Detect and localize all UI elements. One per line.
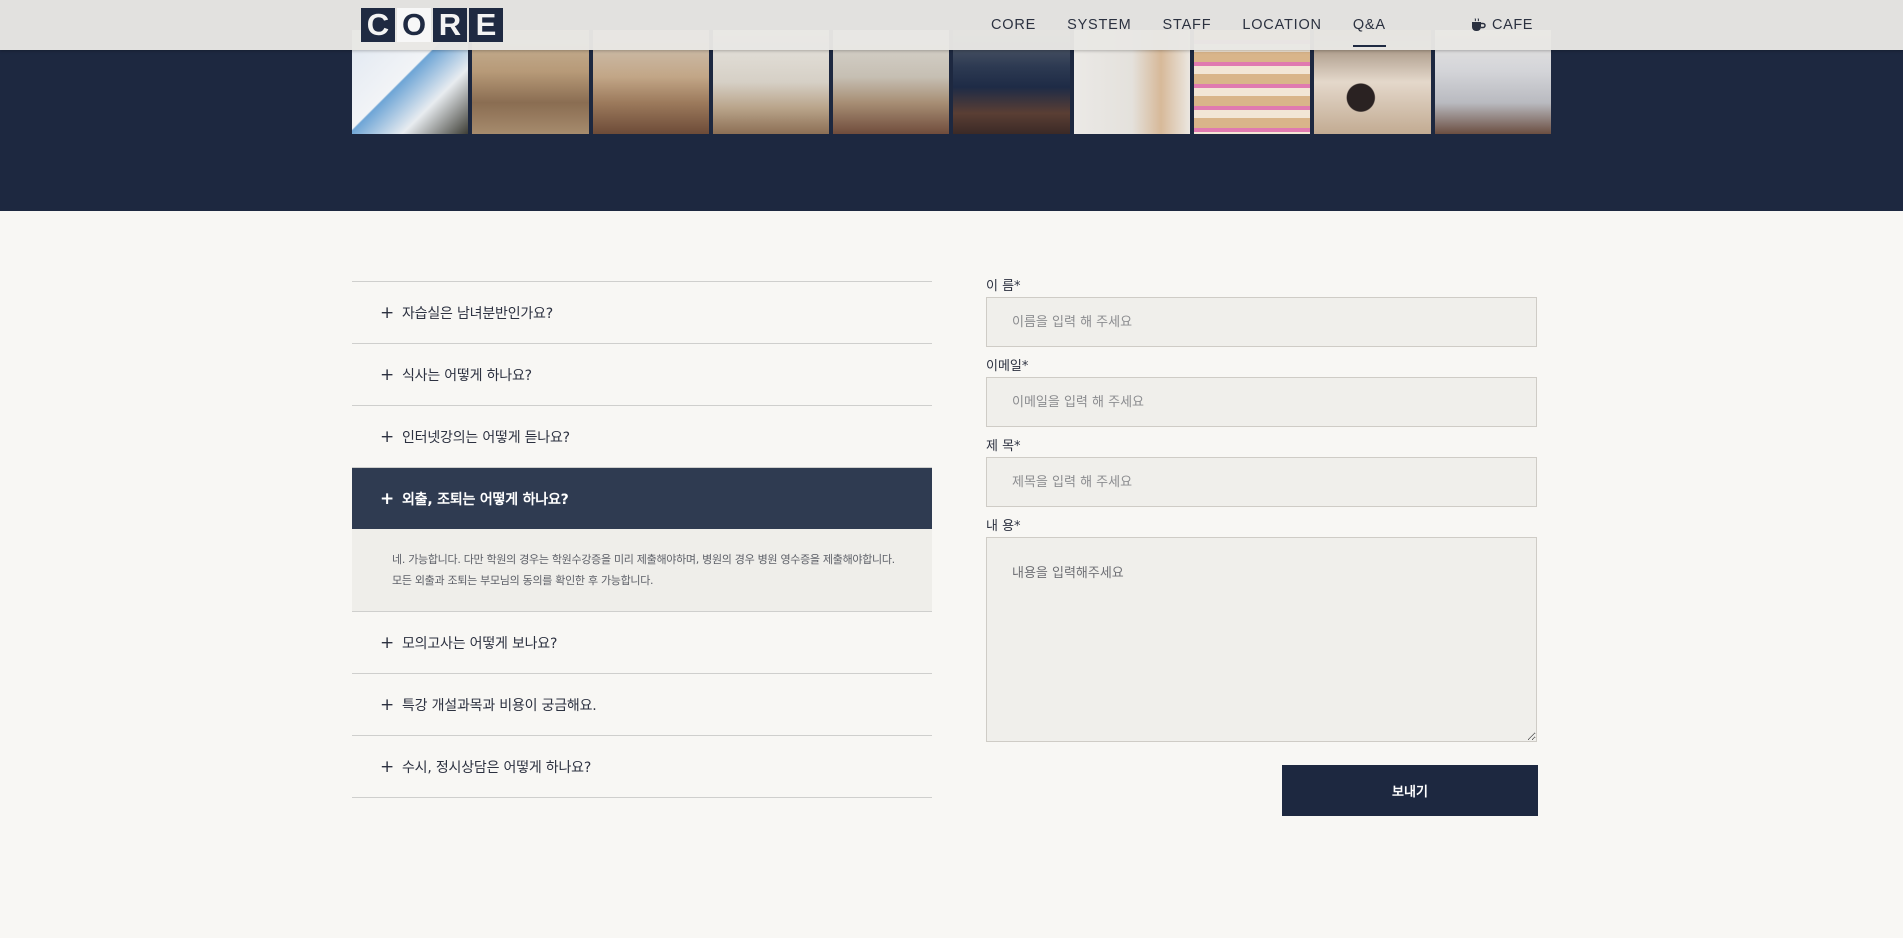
- faq-question-toggle[interactable]: + 수시, 정시상담은 어떻게 하나요?: [352, 736, 932, 797]
- logo-letter: C: [361, 7, 395, 42]
- email-input[interactable]: [986, 377, 1537, 427]
- faq-accordion: + 자습실은 남녀분반인가요? + 식사는 어떻게 하나요? + 인터넷강의는 …: [352, 281, 932, 798]
- top-navigation-bar: C O R E CORE SYSTEM STAFF LOCATION Q&A C…: [0, 0, 1903, 50]
- logo-letter: E: [469, 7, 503, 42]
- faq-item: + 식사는 어떻게 하나요?: [352, 344, 932, 406]
- nav-item-staff[interactable]: STAFF: [1163, 0, 1212, 50]
- name-input[interactable]: [986, 297, 1537, 347]
- faq-question: 모의고사는 어떻게 보나요?: [402, 635, 558, 652]
- faq-item: + 모의고사는 어떻게 보나요?: [352, 612, 932, 674]
- faq-question: 식사는 어떻게 하나요?: [402, 367, 532, 384]
- faq-item: + 특강 개설과목과 비용이 궁금해요.: [352, 674, 932, 736]
- plus-icon: +: [380, 756, 395, 777]
- faq-question: 특강 개설과목과 비용이 궁금해요.: [402, 697, 597, 714]
- content-textarea[interactable]: [986, 537, 1537, 742]
- faq-answer-line: 네. 가능합니다. 다만 학원의 경우는 학원수강증을 미리 제출해야하며, 병…: [392, 553, 895, 566]
- core-logo[interactable]: C O R E: [361, 7, 503, 42]
- faq-question-toggle[interactable]: + 자습실은 남녀분반인가요?: [352, 282, 932, 343]
- nav-item-system[interactable]: SYSTEM: [1067, 0, 1131, 50]
- faq-item: + 자습실은 남녀분반인가요?: [352, 282, 932, 344]
- name-label: 이 름*: [986, 279, 1021, 294]
- faq-question: 수시, 정시상담은 어떻게 하나요?: [402, 759, 592, 776]
- main-nav: CORE SYSTEM STAFF LOCATION Q&A: [991, 0, 1386, 50]
- faq-question-toggle[interactable]: + 모의고사는 어떻게 보나요?: [352, 612, 932, 673]
- plus-icon: +: [380, 426, 395, 447]
- nav-item-location[interactable]: LOCATION: [1242, 0, 1321, 50]
- cafe-link[interactable]: CAFE: [1470, 0, 1533, 50]
- send-button[interactable]: 보내기: [1282, 765, 1538, 816]
- subject-input[interactable]: [986, 457, 1537, 507]
- faq-question-toggle[interactable]: + 인터넷강의는 어떻게 듣나요?: [352, 406, 932, 467]
- faq-answer-line: 모든 외출과 조퇴는 부모님의 동의를 확인한 후 가능합니다.: [392, 574, 654, 587]
- faq-question-toggle[interactable]: + 특강 개설과목과 비용이 궁금해요.: [352, 674, 932, 735]
- plus-icon: +: [380, 632, 395, 653]
- faq-question-toggle[interactable]: + 외출, 조퇴는 어떻게 하나요?: [352, 468, 932, 529]
- plus-icon: +: [380, 694, 395, 715]
- faq-item: + 수시, 정시상담은 어떻게 하나요?: [352, 736, 932, 798]
- faq-question: 인터넷강의는 어떻게 듣나요?: [402, 429, 570, 446]
- logo-letter: O: [397, 7, 431, 42]
- faq-question: 외출, 조퇴는 어떻게 하나요?: [402, 491, 569, 508]
- inquiry-form: 이 름* 이메일* 제 목* 내 용* 보내기: [986, 277, 1538, 816]
- faq-question-toggle[interactable]: + 식사는 어떻게 하나요?: [352, 344, 932, 405]
- coffee-cup-icon: [1470, 18, 1486, 32]
- cafe-label: CAFE: [1492, 17, 1534, 33]
- email-label: 이메일*: [986, 359, 1029, 374]
- faq-question: 자습실은 남녀분반인가요?: [402, 305, 553, 322]
- logo-letter: R: [433, 7, 467, 42]
- faq-answer: 네. 가능합니다. 다만 학원의 경우는 학원수강증을 미리 제출해야하며, 병…: [352, 529, 932, 611]
- subject-label: 제 목*: [986, 439, 1021, 454]
- nav-item-qa[interactable]: Q&A: [1352, 0, 1386, 50]
- faq-item: + 인터넷강의는 어떻게 듣나요?: [352, 406, 932, 468]
- plus-icon: +: [380, 488, 395, 509]
- plus-icon: +: [380, 302, 395, 323]
- plus-icon: +: [380, 364, 395, 385]
- faq-item-open: + 외출, 조퇴는 어떻게 하나요? 네. 가능합니다. 다만 학원의 경우는 …: [352, 468, 932, 612]
- nav-item-core[interactable]: CORE: [991, 0, 1036, 50]
- content-label: 내 용*: [986, 519, 1021, 534]
